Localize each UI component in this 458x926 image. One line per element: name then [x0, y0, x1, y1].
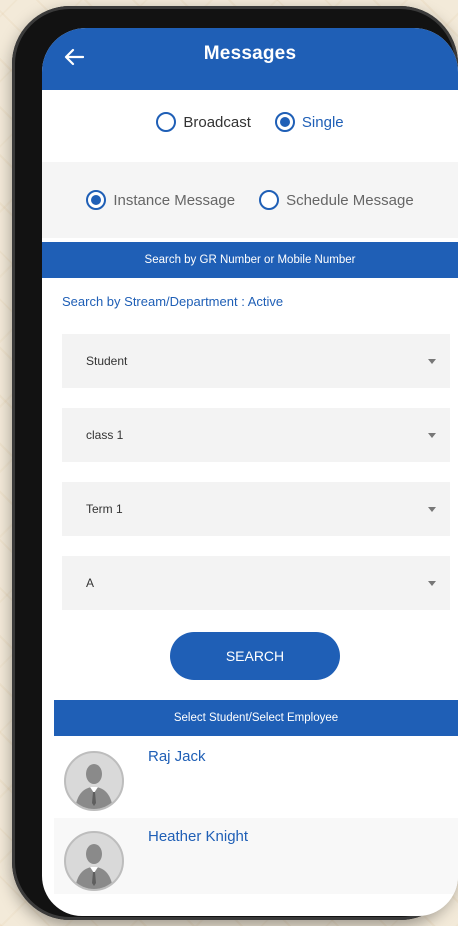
radio-single[interactable]: Single [274, 112, 344, 132]
top-app-bar: Messages [42, 28, 458, 90]
radio-selected-icon [86, 190, 107, 210]
phone-frame: Messages Broadcast Single Instance Messa… [12, 6, 458, 920]
caret-down-icon [428, 580, 436, 586]
list-item[interactable]: Raj Jack [54, 738, 458, 814]
stream-dropdown[interactable]: Student [62, 334, 450, 388]
radio-unselected-icon [156, 112, 177, 132]
division-dropdown[interactable]: A [62, 556, 450, 610]
dropdown-value: Student [86, 354, 128, 368]
message-type-group: Instance Message Schedule Message [42, 190, 458, 210]
message-type-panel: Instance Message Schedule Message [42, 162, 458, 238]
radio-single-label: Single [301, 113, 344, 131]
list-item[interactable]: Heather Knight [54, 818, 458, 894]
person-avatar-icon [75, 764, 113, 809]
app-screen: Messages Broadcast Single Instance Messa… [42, 28, 458, 916]
dropdown-value: Term 1 [86, 502, 123, 516]
avatar [64, 831, 124, 891]
caret-down-icon [428, 506, 436, 512]
dropdown-value: class 1 [86, 428, 124, 442]
person-avatar-icon [75, 844, 113, 889]
stream-department-label: Search by Stream/Department : Active [62, 294, 284, 309]
radio-selected-icon [274, 112, 295, 132]
person-name: Raj Jack [148, 748, 206, 765]
recipient-mode-group: Broadcast Single [42, 112, 458, 132]
term-dropdown[interactable]: Term 1 [62, 482, 450, 536]
dropdown-value: A [86, 576, 95, 590]
caret-down-icon [428, 358, 436, 364]
search-by-gr-banner[interactable]: Search by GR Number or Mobile Number [42, 242, 458, 278]
search-button[interactable]: SEARCH [170, 632, 340, 680]
radio-instance-label: Instance Message [113, 191, 236, 209]
avatar [64, 751, 124, 811]
page-title: Messages [203, 43, 297, 64]
caret-down-icon [428, 432, 436, 438]
radio-broadcast-label: Broadcast [183, 113, 251, 131]
radio-broadcast[interactable]: Broadcast [156, 112, 251, 132]
radio-instance-message[interactable]: Instance Message [86, 190, 235, 210]
radio-schedule-label: Schedule Message [286, 191, 414, 209]
radio-unselected-icon [259, 190, 280, 210]
select-student-banner: Select Student/Select Employee [54, 700, 458, 736]
radio-schedule-message[interactable]: Schedule Message [259, 190, 414, 210]
person-name: Heather Knight [148, 828, 249, 845]
class-dropdown[interactable]: class 1 [62, 408, 450, 462]
